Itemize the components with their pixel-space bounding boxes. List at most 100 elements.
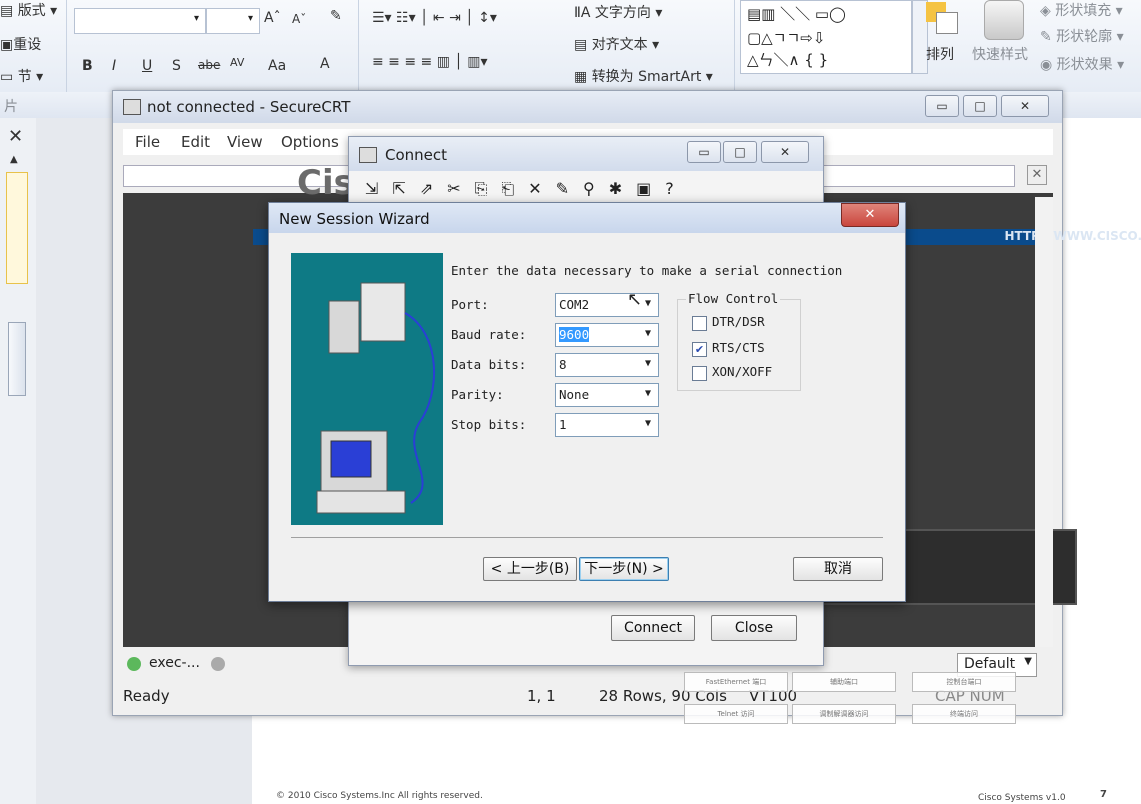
dtr-dsr-checkbox[interactable] bbox=[692, 316, 707, 331]
cisco-banner: Cis bbox=[297, 163, 354, 203]
terminal-scrollbar[interactable] bbox=[1035, 197, 1053, 647]
parity-label: Parity: bbox=[451, 387, 504, 402]
rts-cts-label: RTS/CTS bbox=[712, 340, 765, 355]
reset-button[interactable]: ▣重设 bbox=[0, 34, 41, 54]
connect-close-icon[interactable]: ✕ bbox=[761, 141, 809, 163]
chevron-down-icon: ▼ bbox=[644, 418, 652, 429]
status-position: 1, 1 bbox=[527, 687, 556, 705]
close-button[interactable]: Close bbox=[711, 615, 797, 641]
underline-button[interactable]: U bbox=[142, 58, 152, 74]
net-label-aux: 辅助端口 bbox=[792, 672, 896, 692]
bullets-icon[interactable]: ☰▾ ☷▾ │ ⇤ ⇥ │ ↕▾ bbox=[372, 10, 497, 26]
wizard-close-icon[interactable]: ✕ bbox=[841, 203, 899, 227]
net-label-fastethernet: FastEthernet 端口 bbox=[684, 672, 788, 692]
ribbon-separator bbox=[734, 0, 735, 92]
rts-cts-checkbox[interactable]: ✔ bbox=[692, 342, 707, 357]
change-case-button[interactable]: Aa bbox=[268, 58, 286, 74]
session-tab[interactable]: exec-... bbox=[149, 655, 200, 671]
parity-select[interactable]: None ▼ bbox=[555, 383, 659, 407]
quick-styles-icon bbox=[984, 0, 1024, 40]
connect-titlebar[interactable]: Connect ▭ □ ✕ bbox=[349, 137, 823, 171]
italic-button[interactable]: I bbox=[112, 58, 116, 74]
section-button[interactable]: ▭ 节 ▾ bbox=[0, 66, 43, 86]
shape-effects-button[interactable]: ◉ 形状效果 ▾ bbox=[1040, 54, 1124, 74]
slide-copyright: © 2010 Cisco Systems.Inc All rights rese… bbox=[276, 791, 483, 801]
close-pane-icon[interactable]: ✕ bbox=[8, 126, 23, 147]
slides-pane: ✕ ▲ bbox=[0, 118, 37, 804]
session-status-icon bbox=[127, 657, 141, 671]
dtr-dsr-label: DTR/DSR bbox=[712, 314, 765, 329]
chevron-down-icon: ▼ bbox=[644, 358, 652, 369]
flow-control-group: Flow Control DTR/DSR ✔ RTS/CTS XON/XOFF bbox=[677, 291, 801, 391]
convert-smartart-button[interactable]: ▦ 转换为 SmartArt ▾ bbox=[574, 66, 713, 86]
menu-edit[interactable]: Edit bbox=[181, 133, 210, 151]
menu-view[interactable]: View bbox=[227, 133, 263, 151]
connect-toolbar-icons[interactable]: ⇲⇱⇗✂⎘⎗✕✎⚲✱▣? bbox=[365, 179, 688, 199]
menu-file[interactable]: File bbox=[135, 133, 160, 151]
close-icon[interactable]: ✕ bbox=[1001, 95, 1049, 117]
connect-app-icon bbox=[359, 147, 377, 163]
port-select[interactable]: COM2 ▼ bbox=[555, 293, 659, 317]
slide-page-number: 7 bbox=[1100, 789, 1107, 800]
shape-fill-button[interactable]: ◈ 形状填充 ▾ bbox=[1040, 0, 1123, 20]
quick-styles-button[interactable]: 快速样式 bbox=[972, 44, 1028, 64]
shapes-gallery[interactable]: ▤▥ ＼＼ ▭◯ ▢△ㄱㄱ⇨⇩ △ㄣ＼∧ { } bbox=[740, 0, 912, 74]
net-label-terminal: 终端访问 bbox=[912, 704, 1016, 724]
stop-bits-select[interactable]: 1 ▼ bbox=[555, 413, 659, 437]
session-status-icon-2 bbox=[211, 657, 225, 671]
bold-button[interactable]: B bbox=[82, 58, 93, 74]
baud-value: 9600 bbox=[559, 327, 590, 342]
menu-options[interactable]: Options bbox=[281, 133, 339, 151]
arrange-icon bbox=[924, 0, 964, 40]
connect-maximize-icon[interactable]: □ bbox=[723, 141, 757, 163]
wizard-body: Enter the data necessary to make a seria… bbox=[277, 237, 897, 593]
align-text-button[interactable]: ▤ 对齐文本 ▾ bbox=[574, 34, 659, 54]
securecrt-titlebar[interactable]: not connected - SecureCRT ▭ □ ✕ bbox=[113, 91, 1062, 123]
next-button[interactable]: 下一步(N) > bbox=[579, 557, 669, 581]
shrink-font-button[interactable]: Aˇ bbox=[292, 12, 306, 26]
back-button[interactable]: < 上一步(B) bbox=[483, 557, 577, 581]
net-label-console: 控制台端口 bbox=[912, 672, 1016, 692]
clear-format-icon[interactable]: ✎ bbox=[330, 8, 342, 24]
font-name-combo[interactable]: ▾ bbox=[74, 8, 206, 34]
net-label-modem: 调制解调器访问 bbox=[792, 704, 896, 724]
maximize-icon[interactable]: □ bbox=[963, 95, 997, 117]
alignment-icons[interactable]: ≡ ≡ ≡ ≡ ▥ │ ▥▾ bbox=[372, 54, 488, 70]
scroll-up-icon[interactable]: ▲ bbox=[10, 154, 18, 165]
securecrt-app-icon bbox=[123, 99, 141, 115]
slide-brand: Cisco Systems v1.0 bbox=[978, 793, 1066, 803]
connect-title: Connect bbox=[385, 146, 448, 164]
baud-rate-select[interactable]: 9600 ▼ bbox=[555, 323, 659, 347]
wizard-divider bbox=[291, 537, 883, 538]
mouse-cursor-icon: ↖ bbox=[627, 289, 643, 310]
wizard-title: New Session Wizard bbox=[279, 210, 430, 228]
status-ready: Ready bbox=[123, 687, 170, 705]
layout-button[interactable]: ▤ 版式 ▾ bbox=[0, 0, 57, 20]
char-spacing-button[interactable]: AV bbox=[230, 56, 244, 69]
default-dropdown-value: Default bbox=[964, 656, 1016, 672]
wizard-instruction: Enter the data necessary to make a seria… bbox=[451, 263, 843, 278]
chevron-down-icon: ▼ bbox=[644, 388, 652, 399]
strikethrough-button[interactable]: abe bbox=[198, 58, 220, 72]
data-bits-select[interactable]: 8 ▼ bbox=[555, 353, 659, 377]
parity-value: None bbox=[559, 387, 590, 402]
shadow-button[interactable]: S bbox=[172, 58, 181, 74]
databits-value: 8 bbox=[559, 357, 567, 372]
connect-minimize-icon[interactable]: ▭ bbox=[687, 141, 721, 163]
wizard-titlebar[interactable]: New Session Wizard ✕ bbox=[269, 203, 905, 233]
address-close-icon[interactable]: ✕ bbox=[1027, 165, 1047, 185]
shape-outline-button[interactable]: ✎ 形状轮廓 ▾ bbox=[1040, 26, 1124, 46]
arrange-button[interactable]: 排列 bbox=[926, 44, 954, 64]
xon-xoff-checkbox[interactable] bbox=[692, 366, 707, 381]
databits-label: Data bits: bbox=[451, 357, 527, 372]
cancel-button[interactable]: 取消 bbox=[793, 557, 883, 581]
slide-thumbnail[interactable] bbox=[6, 172, 28, 284]
grow-font-button[interactable]: Aˆ bbox=[264, 10, 281, 26]
shape-icons-row3: △ㄣ＼∧ { } bbox=[747, 51, 829, 69]
minimize-icon[interactable]: ▭ bbox=[925, 95, 959, 117]
connect-button[interactable]: Connect bbox=[611, 615, 695, 641]
text-direction-button[interactable]: ⅡA 文字方向 ▾ bbox=[574, 2, 662, 22]
pane-scrollbar-thumb[interactable] bbox=[8, 322, 26, 396]
font-color-button[interactable]: A bbox=[320, 56, 330, 72]
font-size-combo[interactable]: ▾ bbox=[206, 8, 260, 34]
